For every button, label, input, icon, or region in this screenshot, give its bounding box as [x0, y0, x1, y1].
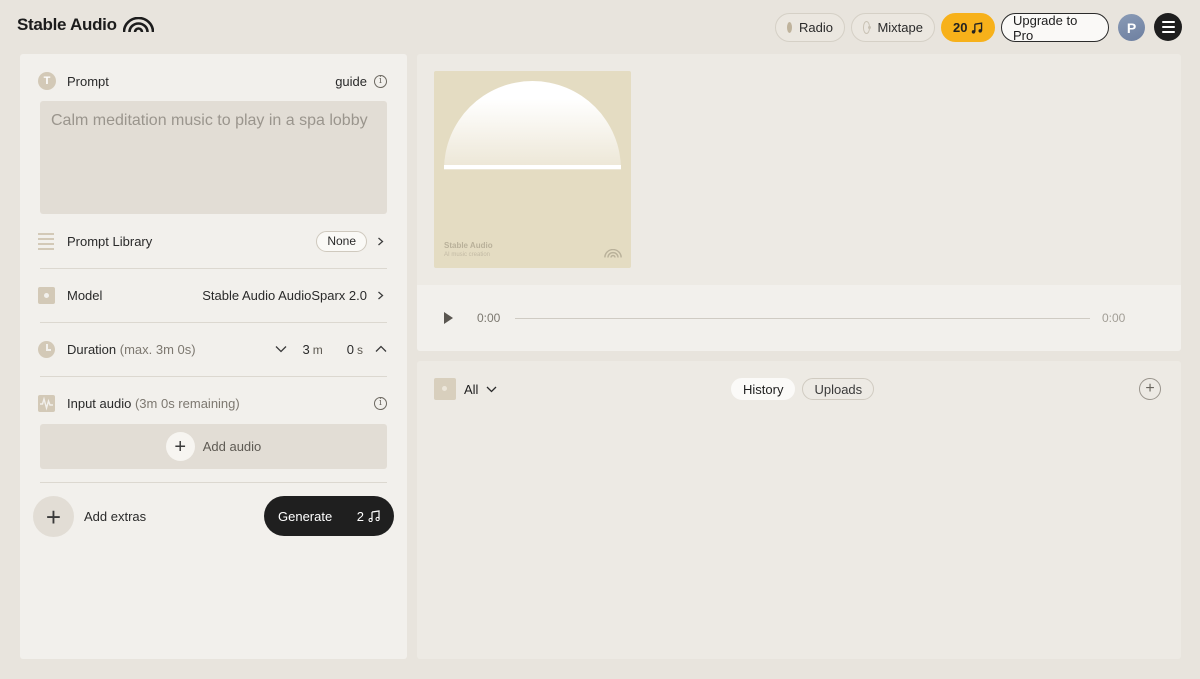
duration-hint: (max. 3m 0s)	[119, 341, 196, 357]
generate-button[interactable]: Generate 2	[264, 496, 394, 536]
prompt-library-label: Prompt Library	[67, 233, 153, 249]
prompt-label: Prompt	[67, 73, 109, 89]
mixtape-button[interactable]: Mixtape	[851, 13, 935, 42]
cover-subtitle: AI music creation	[444, 252, 491, 258]
credits-count: 20	[953, 20, 968, 35]
audio-player: 0:00 0:00	[417, 285, 1181, 351]
seek-bar[interactable]	[515, 318, 1090, 319]
text-icon: T	[38, 72, 56, 90]
upgrade-button[interactable]: Upgrade to Pro	[1001, 12, 1109, 43]
duration-seconds[interactable]: 0s	[347, 342, 363, 357]
chevron-right-icon	[378, 237, 384, 245]
input-audio-row: Input audio (3m 0s remaining) i	[20, 392, 407, 414]
generate-cost: 2	[357, 509, 380, 524]
duration-minutes[interactable]: 3m	[303, 342, 323, 357]
prompt-library-row[interactable]: Prompt Library None	[20, 230, 407, 252]
preview-panel: Stable Audio AI music creation 0:00 0:00	[417, 54, 1181, 351]
mixtape-label: Mixtape	[877, 20, 923, 35]
prompt-library-value: None	[316, 230, 367, 252]
total-time: 0:00	[1102, 311, 1126, 325]
input-audio-label: Input audio (3m 0s remaining)	[67, 395, 240, 411]
input-audio-hint: (3m 0s remaining)	[134, 395, 240, 411]
logo-text: Stable Audio	[17, 15, 117, 34]
plus-icon: +	[165, 432, 195, 461]
clock-icon	[38, 340, 55, 358]
model-icon	[38, 286, 55, 304]
prompt-header: T Prompt guide i	[20, 70, 407, 92]
list-icon	[38, 233, 55, 250]
duration-controls: 3m 0s	[275, 342, 387, 357]
library-panel: All History Uploads +	[417, 361, 1181, 659]
logo-mark-icon	[122, 17, 154, 33]
cover-title: Stable Audio	[444, 241, 493, 250]
plus-icon: +	[1145, 380, 1155, 397]
add-extras-button[interactable]: + Add extras	[33, 496, 146, 537]
divider	[40, 482, 387, 483]
duration-label: Duration (max. 3m 0s)	[67, 341, 196, 357]
filter-label: All	[464, 381, 479, 397]
divider	[40, 268, 387, 269]
radio-label: Radio	[799, 20, 833, 35]
chevron-up-icon[interactable]	[375, 345, 387, 353]
guide-link[interactable]: guide i	[335, 74, 387, 89]
tab-history[interactable]: History	[731, 378, 796, 400]
divider	[40, 322, 387, 323]
menu-icon[interactable]	[1154, 13, 1182, 41]
waveform-icon	[38, 394, 55, 412]
model-label: Model	[67, 287, 103, 303]
info-icon[interactable]: i	[374, 396, 387, 410]
generate-label: Generate	[278, 508, 333, 524]
divider	[40, 376, 387, 377]
upgrade-label: Upgrade to Pro	[1013, 12, 1078, 43]
plus-icon: +	[33, 496, 74, 537]
generation-panel: T Prompt guide i Calm meditation music t…	[20, 54, 407, 659]
prompt-input[interactable]: Calm meditation music to play in a spa l…	[40, 101, 387, 214]
radio-button[interactable]: Radio	[775, 13, 845, 42]
add-audio-button[interactable]: + Add audio	[40, 424, 387, 469]
tab-uploads[interactable]: Uploads	[802, 378, 875, 400]
credits-badge[interactable]: 20	[941, 13, 995, 42]
top-bar: Stable Audio Radio Mixtape 20 Upgrade to…	[0, 0, 1200, 54]
play-icon[interactable]	[444, 312, 453, 324]
duration-row: Duration (max. 3m 0s) 3m 0s	[20, 338, 407, 360]
cover-art: Stable Audio AI music creation	[434, 71, 631, 268]
logo-mark-icon	[604, 249, 622, 258]
radio-icon	[787, 22, 793, 33]
model-row[interactable]: Model Stable Audio AudioSparx 2.0	[20, 284, 407, 306]
add-button[interactable]: +	[1139, 378, 1161, 400]
model-value: Stable Audio AudioSparx 2.0	[202, 287, 367, 303]
chevron-right-icon	[378, 291, 384, 299]
current-time: 0:00	[477, 311, 501, 325]
add-extras-label: Add extras	[84, 509, 147, 524]
cover-arch	[444, 81, 621, 170]
music-note-icon	[368, 510, 380, 522]
filter-dropdown[interactable]: All	[434, 378, 497, 400]
avatar[interactable]: P	[1118, 14, 1145, 41]
add-audio-label: Add audio	[202, 439, 262, 454]
guide-label: guide	[335, 73, 367, 89]
chevron-down-icon	[486, 386, 497, 392]
cover-line	[444, 165, 621, 169]
music-note-icon	[972, 21, 983, 34]
info-icon: i	[374, 74, 387, 88]
filter-icon	[434, 378, 456, 400]
app-logo[interactable]: Stable Audio	[17, 15, 154, 35]
mixtape-icon	[863, 21, 872, 34]
chevron-down-icon[interactable]	[275, 345, 287, 353]
library-tabs: History Uploads	[731, 378, 875, 400]
